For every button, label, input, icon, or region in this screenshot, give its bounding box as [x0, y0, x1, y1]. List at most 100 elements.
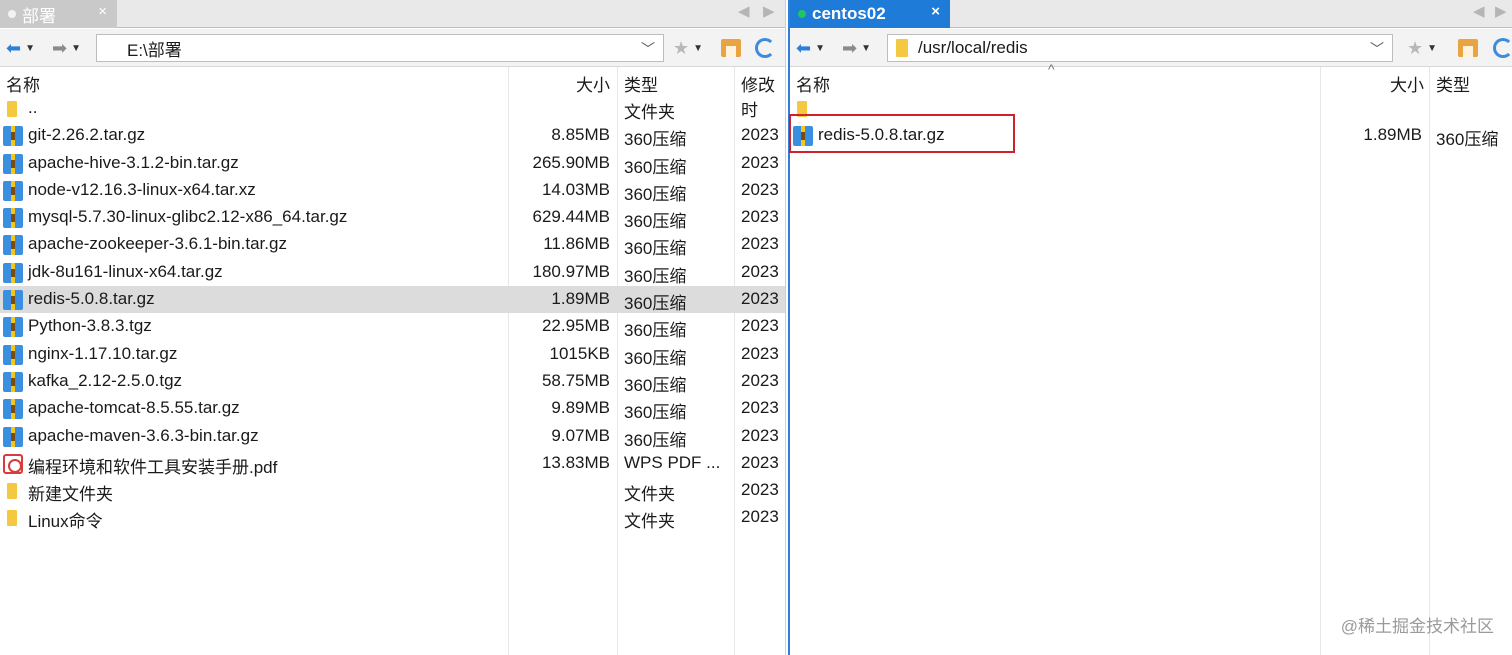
refresh-button[interactable]: [755, 36, 775, 60]
file-list: .. 文件夹 git-2.26.2.tar.gz 8.85MB 360压缩 2023 apa…: [0, 95, 785, 532]
right-toolbar: ⬅ ▼ ➡ ▼ /usr/local/redis ﹀ ★ ▼: [790, 29, 1512, 67]
file-row[interactable]: nginx-1.17.10.tar.gz 1015KB 360压缩 2023: [0, 341, 785, 368]
file-type: 360压缩: [624, 430, 687, 450]
file-modified: 2023: [741, 289, 779, 309]
folder-icon: [3, 508, 23, 528]
archive-icon: [3, 180, 23, 201]
archive-icon: [3, 344, 23, 365]
file-row[interactable]: redis-5.0.8.tar.gz 1.89MB 360压缩 2023: [0, 286, 785, 314]
file-size: 11.86MB: [543, 234, 610, 254]
file-row[interactable]: 新建文件夹 文件夹 2023: [0, 477, 785, 504]
file-type: 文件夹: [624, 103, 675, 122]
file-modified: 2023: [741, 152, 779, 172]
refresh-icon: [1493, 38, 1512, 58]
file-size: 22.95MB: [541, 316, 610, 336]
column-type[interactable]: 类型: [624, 71, 658, 96]
archive-icon: [3, 235, 23, 256]
file-row[interactable]: jdk-8u161-linux-x64.tar.gz 180.97MB 360压缩 2…: [0, 259, 785, 286]
sort-ascending-icon: ^: [1048, 61, 1055, 77]
archive-icon: [3, 426, 23, 447]
file-modified: 2023: [741, 480, 779, 500]
path-text: E:\部署: [127, 40, 182, 60]
file-type: 360压缩: [624, 157, 687, 177]
tab-local[interactable]: 部署 ×: [0, 0, 117, 28]
column-name[interactable]: 名称: [6, 71, 40, 96]
column-size[interactable]: 大小: [576, 71, 610, 96]
arrow-right-icon: ➡: [842, 37, 858, 58]
archive-icon: [3, 126, 23, 147]
bookmark-button[interactable]: ★ ▼: [1407, 36, 1437, 60]
file-row[interactable]: apache-zookeeper-3.6.1-bin.tar.gz 11.86MB…: [0, 231, 785, 258]
home-button[interactable]: [1458, 36, 1478, 60]
pdf-icon: [3, 453, 23, 474]
file-name: 新建文件夹: [28, 485, 113, 505]
path-text: /usr/local/redis: [918, 38, 1028, 57]
path-input[interactable]: /usr/local/redis ﹀: [887, 34, 1393, 62]
column-divider: [1429, 67, 1430, 655]
file-type: WPS PDF ...: [624, 452, 721, 472]
file-modified: 2023: [741, 398, 779, 418]
file-name: ..: [28, 98, 38, 117]
right-file-pane: centos02 × ◀ ▶ ⬅ ▼ ➡ ▼ /usr/local/redis ﹀ …: [790, 0, 1512, 655]
watermark: @稀土掘金技术社区: [1340, 617, 1494, 636]
file-row[interactable]: 编程环境和软件工具安装手册.pdf 13.83MB WPS PDF ... 2023: [0, 450, 785, 477]
right-tab-bar: centos02 × ◀ ▶: [790, 0, 1512, 28]
chevron-down-icon[interactable]: ﹀: [641, 39, 655, 59]
file-type: 360压缩: [624, 212, 687, 232]
refresh-icon: [755, 38, 775, 58]
chevron-down-icon[interactable]: ﹀: [1370, 39, 1384, 59]
file-row[interactable]: Linux命令 文件夹 2023: [0, 504, 785, 531]
refresh-button[interactable]: [1493, 36, 1512, 60]
forward-button[interactable]: ➡ ▼: [842, 36, 871, 60]
file-modified: 2023: [741, 507, 779, 527]
file-name: mysql-5.7.30-linux-glibc2.12-x86_64.tar.…: [28, 207, 348, 227]
chevron-down-icon: ▼: [71, 42, 81, 54]
tab-scroll-left-icon[interactable]: ◀: [738, 2, 750, 20]
file-modified: 2023: [741, 179, 779, 199]
column-type[interactable]: 类型: [1436, 71, 1470, 96]
tab-remote[interactable]: centos02 ×: [790, 0, 950, 28]
arrow-left-icon: ⬅: [796, 37, 812, 58]
file-row[interactable]: Python-3.8.3.tgz 22.95MB 360压缩 2023: [0, 313, 785, 340]
file-type: 360压缩: [624, 321, 687, 341]
tab-scroll-right-icon[interactable]: ▶: [763, 2, 775, 20]
file-row[interactable]: git-2.26.2.tar.gz 8.85MB 360压缩 2023: [0, 122, 785, 149]
tab-scroll-right-icon[interactable]: ▶: [1495, 2, 1507, 20]
file-type: 360压缩: [624, 239, 687, 259]
tab-status-dot: [8, 10, 16, 18]
file-row[interactable]: node-v12.16.3-linux-x64.tar.xz 14.03MB 360…: [0, 177, 785, 204]
close-icon[interactable]: ×: [98, 3, 107, 20]
file-modified: 2023: [741, 452, 779, 472]
file-type: 360压缩: [1436, 130, 1499, 150]
forward-button[interactable]: ➡ ▼: [52, 36, 81, 60]
file-name: git-2.26.2.tar.gz: [28, 125, 146, 145]
file-row[interactable]: kafka_2.12-2.5.0.tgz 58.75MB 360压缩 2023: [0, 368, 785, 395]
column-header: 名称 ^ 大小 类型: [790, 61, 1512, 96]
file-row[interactable]: apache-hive-3.1.2-bin.tar.gz 265.90MB 360压…: [0, 150, 785, 177]
file-name: apache-zookeeper-3.6.1-bin.tar.gz: [28, 234, 287, 254]
path-input[interactable]: E:\部署 ﹀: [96, 34, 664, 62]
bookmark-button[interactable]: ★ ▼: [673, 36, 703, 60]
chevron-down-icon: ▼: [815, 42, 825, 54]
file-name: 编程环境和软件工具安装手册.pdf: [28, 457, 278, 477]
home-button[interactable]: [721, 36, 741, 60]
file-modified: 2023: [741, 370, 779, 390]
file-row[interactable]: apache-tomcat-8.5.55.tar.gz 9.89MB 360压缩 20…: [0, 395, 785, 422]
tab-scroll-left-icon[interactable]: ◀: [1473, 2, 1485, 20]
back-button[interactable]: ⬅ ▼: [6, 36, 35, 60]
tab-title: 部署: [22, 6, 56, 26]
file-type: 360压缩: [624, 294, 687, 314]
file-name: apache-hive-3.1.2-bin.tar.gz: [28, 152, 239, 172]
close-icon[interactable]: ×: [931, 3, 940, 20]
column-name[interactable]: 名称: [796, 71, 830, 96]
file-row[interactable]: .. 文件夹: [0, 95, 785, 122]
file-size: 8.85MB: [551, 125, 610, 145]
file-type: 360压缩: [624, 130, 687, 150]
column-size[interactable]: 大小: [1390, 71, 1424, 96]
file-row[interactable]: mysql-5.7.30-linux-glibc2.12-x86_64.tar.…: [0, 204, 785, 231]
back-button[interactable]: ⬅ ▼: [796, 36, 825, 60]
home-icon: [1458, 39, 1478, 57]
file-name: apache-tomcat-8.5.55.tar.gz: [28, 398, 240, 418]
file-row[interactable]: apache-maven-3.6.3-bin.tar.gz 9.07MB 360压缩…: [0, 423, 785, 450]
file-type: 360压缩: [624, 375, 687, 395]
